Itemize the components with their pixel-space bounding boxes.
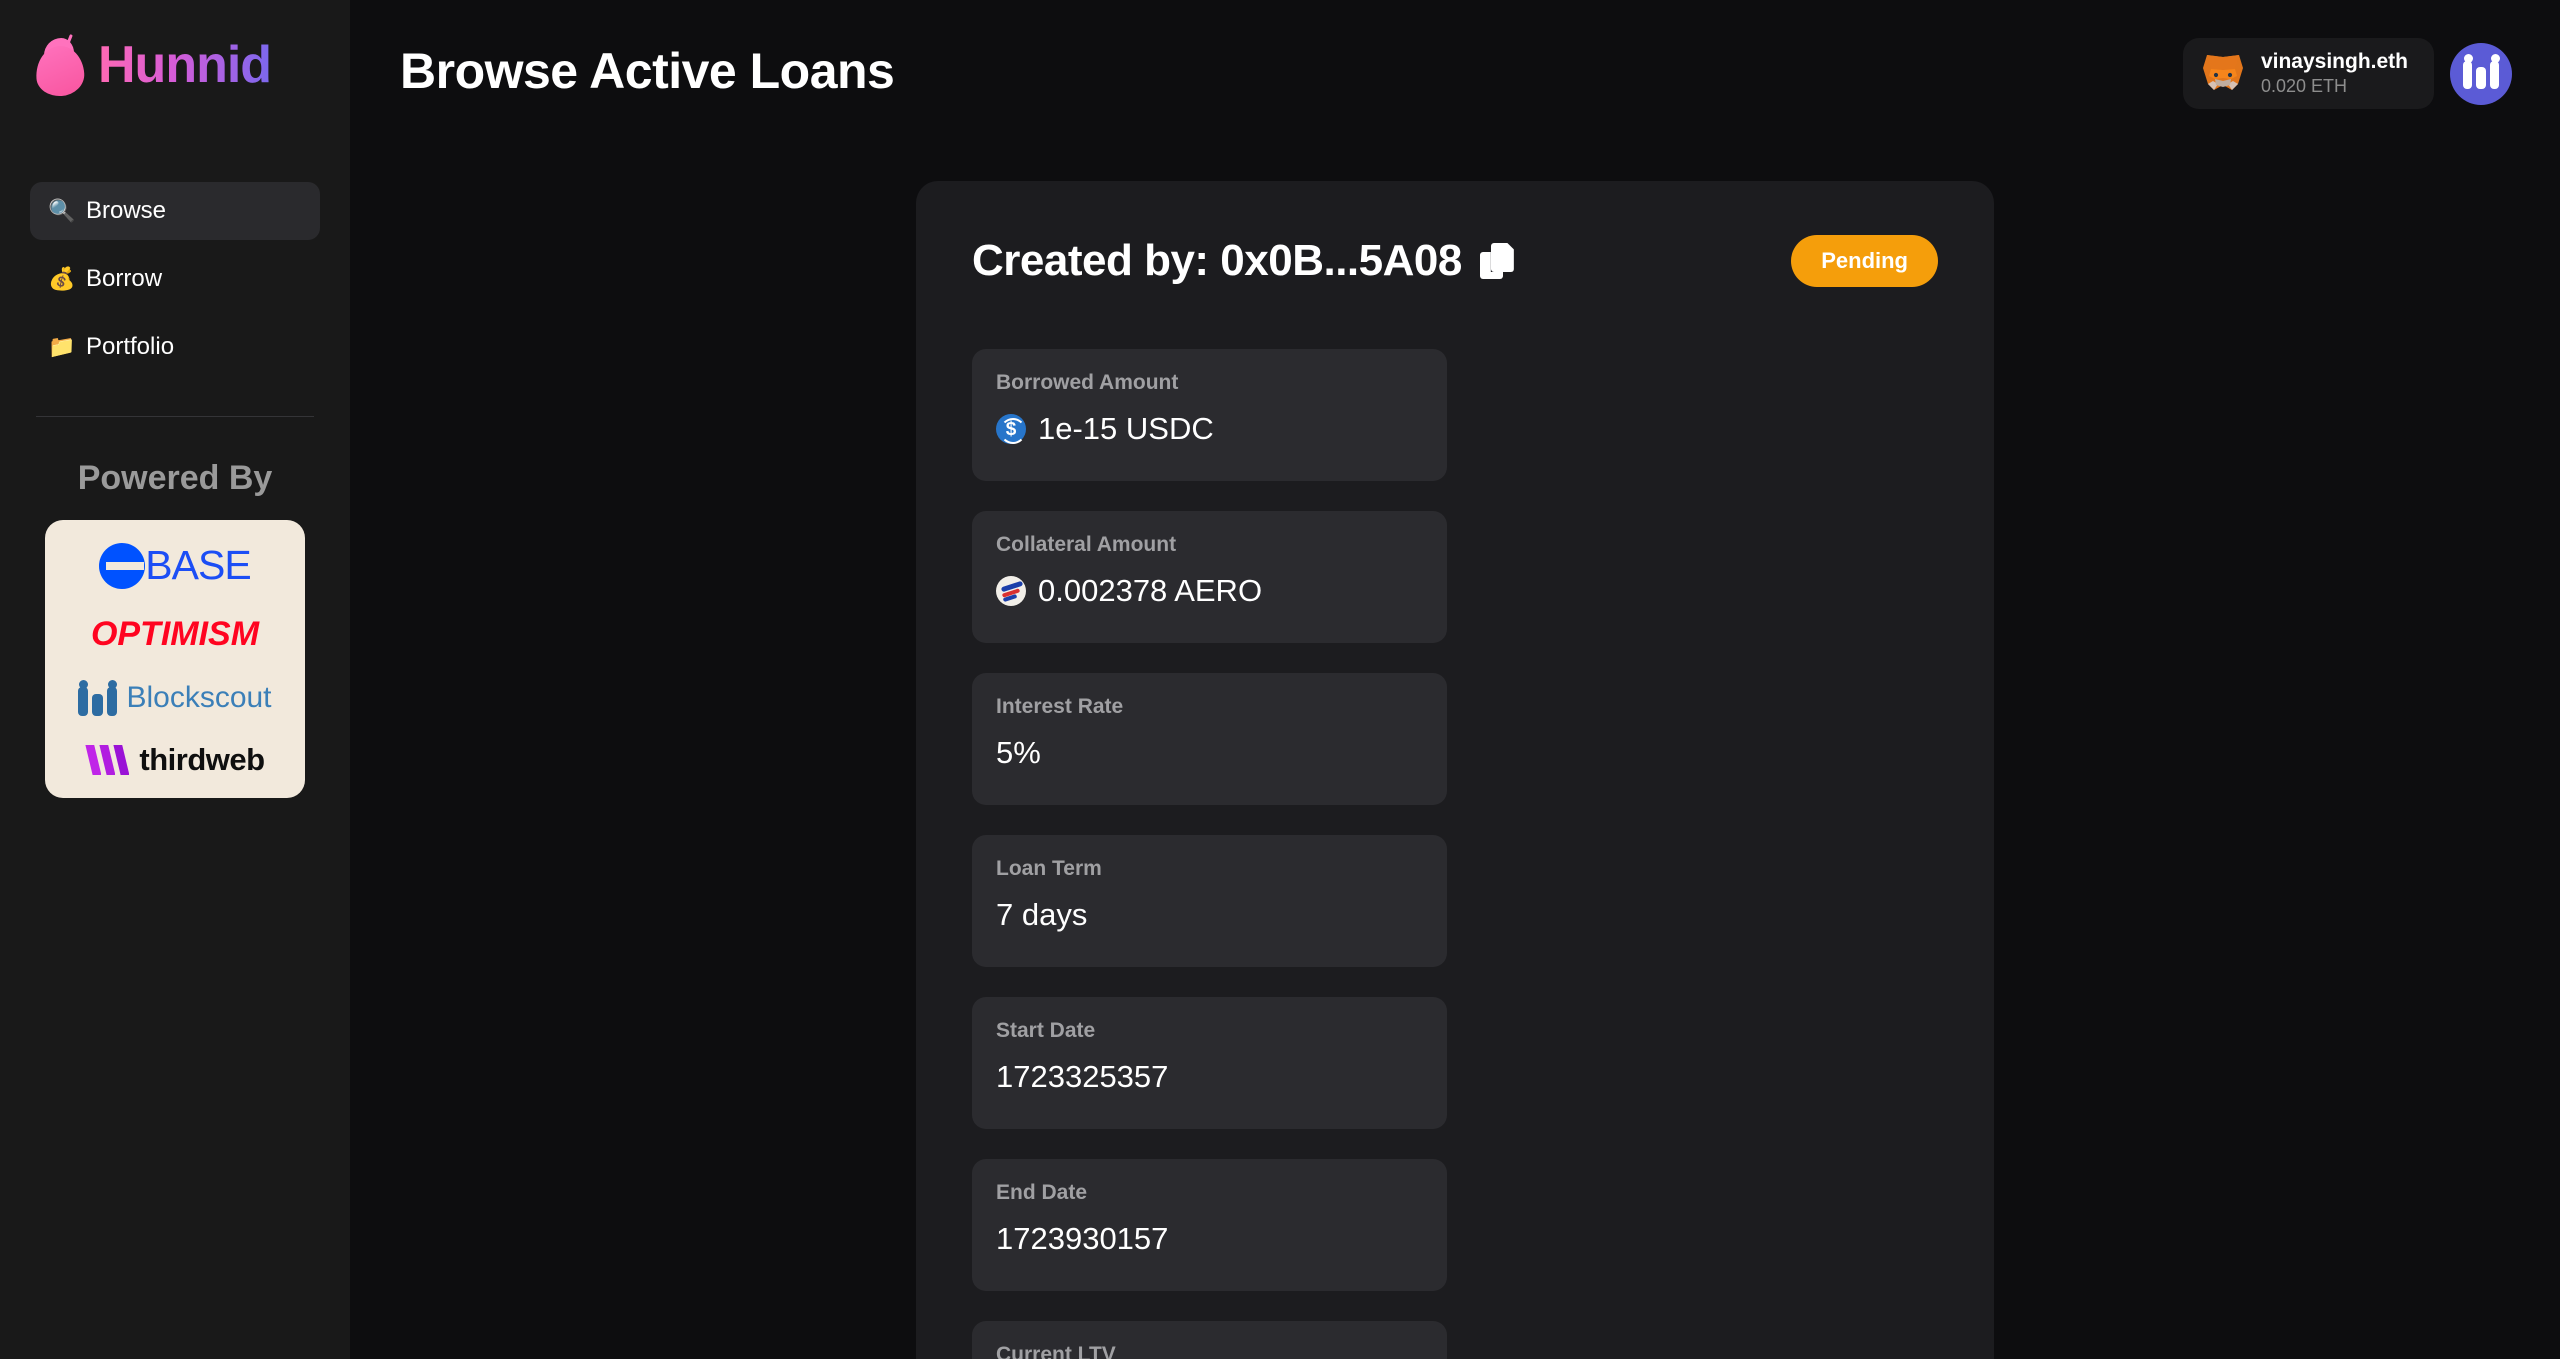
sidebar-divider: [36, 416, 314, 417]
field-interest-rate: Interest Rate 5%: [972, 673, 1447, 805]
copy-icon[interactable]: [1479, 243, 1514, 279]
field-borrowed-amount: Borrowed Amount $ 1e-15 USDC: [972, 349, 1447, 481]
field-value-row: 0.002378 AERO: [996, 573, 1423, 609]
field-current-ltv: Current LTV 61%: [972, 1321, 1447, 1359]
field-label: End Date: [996, 1181, 1088, 1204]
sidebar-item-label: Borrow: [86, 265, 163, 292]
wallet-pill[interactable]: vinaysingh.eth 0.020 ETH: [2182, 38, 2434, 109]
field-loan-term: Loan Term 7 days: [972, 835, 1447, 967]
field-start-date: Start Date 1723325357: [972, 997, 1447, 1129]
field-collateral-amount: Collateral Amount 0.002378 AERO: [972, 511, 1447, 643]
field-value-row: $ 1e-15 USDC: [996, 411, 1423, 447]
page-title: Browse Active Loans: [400, 43, 895, 99]
field-value-row: 1723930157: [996, 1221, 1423, 1257]
powered-by-title: Powered By: [77, 459, 273, 497]
sidebar-item-browse[interactable]: 🔍 Browse: [30, 182, 320, 240]
blockscout-logo[interactable]: Blockscout: [78, 680, 272, 716]
creator-label: Created by: 0x0B...5A08: [972, 236, 1462, 285]
base-logo-icon: [99, 542, 146, 589]
money-bag-icon: 💰: [48, 266, 76, 291]
sidebar-item-label: Browse: [86, 197, 167, 224]
field-label: Start Date: [996, 1019, 1096, 1042]
pear-icon: [34, 34, 88, 98]
usdc-coin-icon: $: [996, 414, 1026, 444]
sidebar-item-borrow[interactable]: 💰 Borrow: [30, 250, 320, 308]
sidebar-item-label: Portfolio: [86, 333, 175, 360]
thirdweb-logo-label: thirdweb: [139, 742, 265, 777]
field-value: 0.002378 AERO: [1038, 573, 1263, 608]
field-label: Interest Rate: [996, 695, 1124, 718]
field-value: 1723930157: [996, 1221, 1169, 1256]
field-value: 5%: [996, 735, 1041, 770]
field-end-date: End Date 1723930157: [972, 1159, 1447, 1291]
topbar: Browse Active Loans vinaysingh.eth 0.020…: [350, 0, 2560, 109]
brand-name: Hunnid: [98, 36, 272, 94]
blockscout-avatar-icon[interactable]: [2450, 42, 2512, 105]
powered-by-logos: BASE OPTIMISM Blockscout thirdweb: [45, 520, 305, 798]
wallet-name: vinaysingh.eth: [2260, 50, 2408, 73]
thirdweb-logo[interactable]: thirdweb: [85, 742, 265, 778]
optimism-logo[interactable]: OPTIMISM: [91, 615, 259, 654]
base-logo[interactable]: BASE: [99, 542, 252, 589]
field-label: Collateral Amount: [996, 533, 1177, 556]
sidebar-item-portfolio[interactable]: 📁 Portfolio: [30, 318, 320, 376]
field-value-row: 5%: [996, 735, 1423, 771]
creator-row: Created by: 0x0B...5A08: [972, 236, 1514, 286]
loan-card-header: Created by: 0x0B...5A08 Pending: [972, 235, 1938, 287]
wallet-balance: 0.020 ETH: [2260, 76, 2348, 96]
folder-icon: 📁: [48, 334, 76, 359]
optimism-logo-label: OPTIMISM: [90, 615, 260, 653]
field-label: Borrowed Amount: [996, 371, 1179, 394]
status-badge[interactable]: Pending: [1791, 235, 1938, 287]
field-label: Current LTV: [996, 1343, 1116, 1359]
sidebar-nav: 🔍 Browse 💰 Borrow 📁 Portfolio: [30, 182, 320, 376]
field-value-row: 7 days: [996, 897, 1423, 933]
magnifier-icon: 🔍: [48, 198, 76, 223]
sidebar: Hunnid 🔍 Browse 💰 Borrow 📁 Portfolio Pow…: [0, 0, 350, 1359]
field-value: 7 days: [996, 897, 1088, 932]
metamask-fox-icon: [2201, 54, 2245, 94]
field-value: 1723325357: [996, 1059, 1169, 1094]
field-label: Loan Term: [996, 857, 1102, 880]
aero-coin-icon: [996, 576, 1026, 606]
blockscout-logo-label: Blockscout: [126, 681, 272, 714]
thirdweb-logo-icon: [85, 745, 131, 775]
blockscout-logo-icon: [78, 680, 118, 716]
main-content: Browse Active Loans vinaysingh.eth 0.020…: [350, 0, 2560, 1359]
loan-card: Created by: 0x0B...5A08 Pending Borrowed…: [916, 181, 1994, 1359]
loan-card-wrapper: Created by: 0x0B...5A08 Pending Borrowed…: [350, 181, 2560, 1359]
field-value: 1e-15 USDC: [1038, 411, 1214, 446]
app-root: Hunnid 🔍 Browse 💰 Borrow 📁 Portfolio Pow…: [0, 0, 2560, 1359]
brand-logo[interactable]: Hunnid: [30, 0, 320, 100]
wallet-text: vinaysingh.eth 0.020 ETH: [2261, 50, 2408, 97]
base-logo-label: BASE: [145, 542, 251, 588]
field-value-row: 1723325357: [996, 1059, 1423, 1095]
loan-fields-grid: Borrowed Amount $ 1e-15 USDC Collateral …: [972, 349, 1938, 1359]
wallet-area: vinaysingh.eth 0.020 ETH: [2182, 38, 2512, 109]
